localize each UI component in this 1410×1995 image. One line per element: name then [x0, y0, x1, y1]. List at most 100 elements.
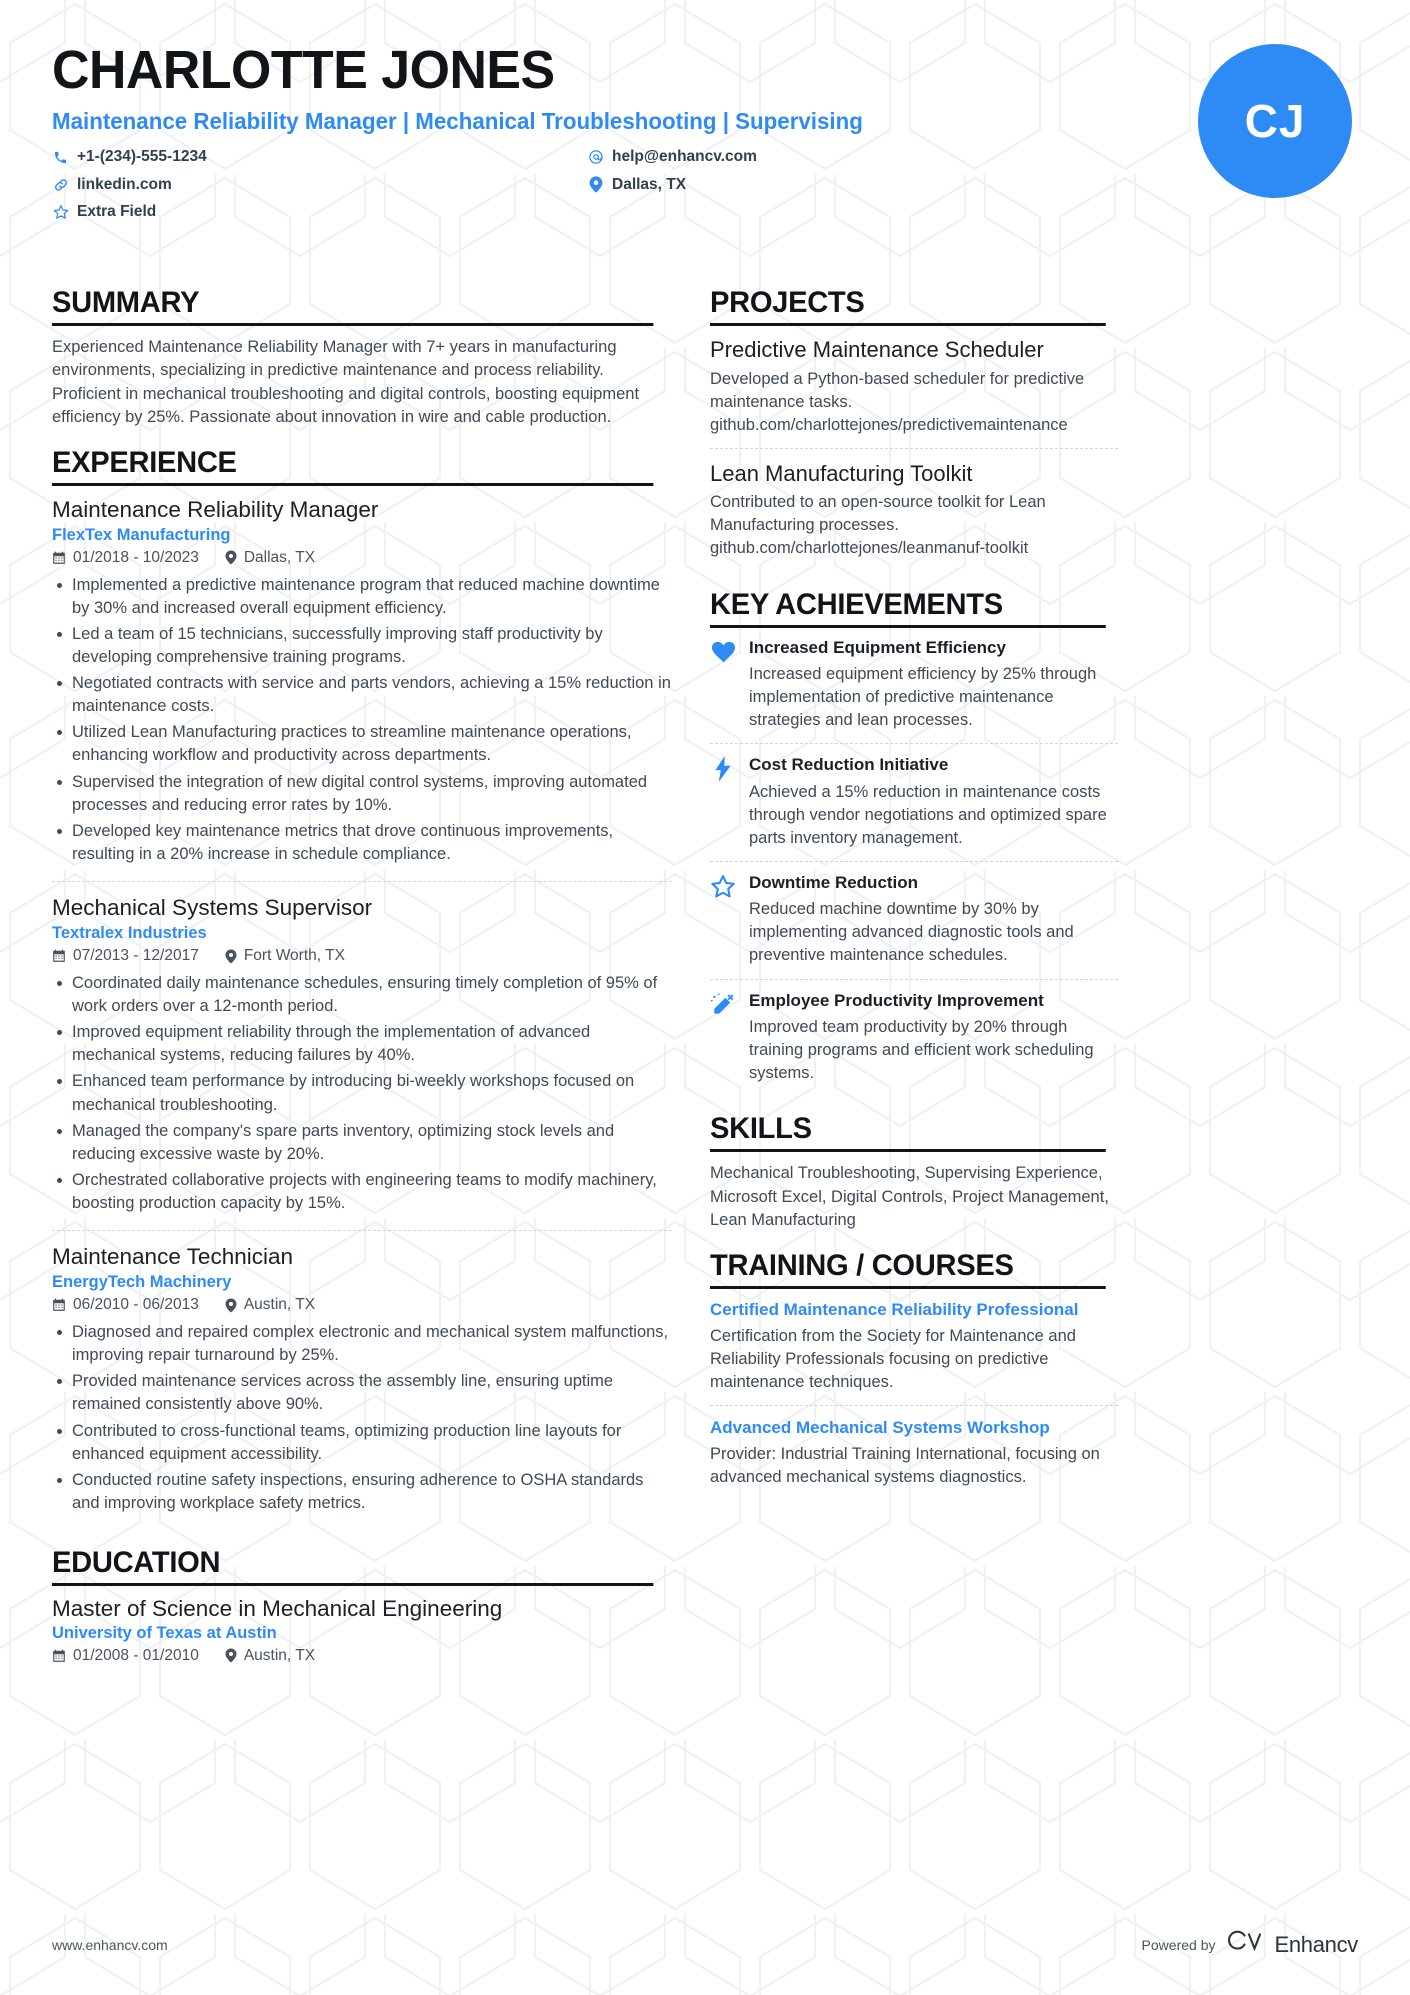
contact-linkedin[interactable]: linkedin.com — [52, 174, 587, 196]
section-title-education: EDUCATION — [52, 1546, 654, 1586]
enhancv-brand-text: Enhancv — [1274, 1932, 1358, 1957]
avatar: CJ — [1198, 44, 1352, 198]
section-title-key-achievements: KEY ACHIEVEMENTS — [710, 588, 1106, 628]
experience-location: Dallas, TX — [225, 549, 315, 567]
contact-email-text: help@enhancv.com — [612, 148, 757, 166]
footer-url[interactable]: www.enhancv.com — [52, 1937, 168, 1953]
enhancv-brand[interactable]: Enhancv — [1227, 1929, 1358, 1961]
list-item: Coordinated daily maintenance schedules,… — [52, 972, 672, 1018]
star-icon — [52, 204, 69, 220]
list-item: Led a team of 15 technicians, successful… — [52, 623, 672, 669]
experience-bullets: Diagnosed and repaired complex electroni… — [52, 1321, 672, 1515]
education-location: Austin, TX — [225, 1647, 315, 1665]
achievement-entry: Employee Productivity Improvement Improv… — [710, 978, 1118, 1097]
training-name: Certified Maintenance Reliability Profes… — [710, 1299, 1079, 1319]
calendar-icon — [52, 1298, 66, 1312]
email-icon — [587, 149, 604, 165]
experience-company: Textralex Industries — [52, 924, 207, 943]
section-experience: EXPERIENCE Maintenance Reliability Manag… — [52, 446, 672, 1530]
list-item: Supervised the integration of new digita… — [52, 771, 672, 817]
project-entry: Lean Manufacturing Toolkit Contributed t… — [710, 447, 1118, 572]
training-description: Certification from the Society for Maint… — [710, 1326, 1076, 1391]
achievement-title: Cost Reduction Initiative — [749, 755, 949, 775]
phone-icon — [52, 150, 69, 165]
contact-details: +1-(234)-555-1234 help@enhancv.com linke… — [52, 146, 1052, 223]
experience-location: Fort Worth, TX — [225, 947, 345, 965]
contact-email[interactable]: help@enhancv.com — [587, 146, 1052, 168]
training-description: Provider: Industrial Training Internatio… — [710, 1445, 1100, 1487]
right-column: PROJECTS Predictive Maintenance Schedule… — [710, 286, 1118, 1700]
calendar-icon — [52, 551, 66, 565]
achievement-entry: Increased Equipment Efficiency Increased… — [710, 638, 1118, 744]
education-dates-text: 01/2008 - 01/2010 — [73, 1646, 199, 1664]
section-title-experience: EXPERIENCE — [52, 446, 654, 486]
experience-location: Austin, TX — [225, 1296, 315, 1314]
experience-dates-text: 06/2010 - 06/2013 — [73, 1296, 199, 1314]
experience-dates: 07/2013 - 12/2017 — [52, 947, 199, 965]
section-title-projects: PROJECTS — [710, 286, 1106, 326]
professional-headline: Maintenance Reliability Manager | Mechan… — [52, 107, 863, 134]
section-title-training-courses: TRAINING / COURSES — [710, 1249, 1106, 1289]
heart-icon — [710, 639, 736, 665]
contact-phone[interactable]: +1-(234)-555-1234 — [52, 146, 587, 168]
contact-location-text: Dallas, TX — [612, 175, 687, 193]
experience-entry: Maintenance Technician EnergyTech Machin… — [52, 1230, 672, 1530]
avatar-initials: CJ — [1244, 95, 1306, 147]
achievement-description: Achieved a 15% reduction in maintenance … — [749, 782, 1107, 847]
experience-role: Maintenance Technician — [52, 1244, 293, 1269]
location-pin-icon — [225, 1298, 237, 1313]
achievement-entry: Downtime Reduction Reduced machine downt… — [710, 860, 1118, 979]
education-entry: Master of Science in Mechanical Engineer… — [52, 1596, 672, 1684]
experience-entry: Maintenance Reliability Manager FlexTex … — [52, 496, 672, 881]
achievement-description: Reduced machine downtime by 30% by imple… — [749, 900, 1074, 965]
list-item: Implemented a predictive maintenance pro… — [52, 574, 672, 620]
location-pin-icon — [225, 550, 237, 565]
experience-dates-text: 01/2018 - 10/2023 — [73, 548, 199, 566]
page-footer: www.enhancv.com Powered by Enhancv — [52, 1929, 1358, 1961]
list-item: Contributed to cross-functional teams, o… — [52, 1420, 672, 1466]
experience-dates: 06/2010 - 06/2013 — [52, 1296, 199, 1314]
project-description: Developed a Python-based scheduler for p… — [710, 369, 1085, 434]
resume-header: CHARLOTTE JONES Maintenance Reliability … — [52, 42, 1358, 272]
project-entry: Predictive Maintenance Scheduler Develop… — [710, 336, 1118, 448]
left-column: SUMMARY Experienced Maintenance Reliabil… — [52, 286, 672, 1700]
magic-wand-icon — [710, 992, 736, 1018]
section-skills: SKILLS Mechanical Troubleshooting, Super… — [710, 1112, 1118, 1232]
calendar-icon — [52, 1649, 66, 1663]
section-education: EDUCATION Master of Science in Mechanica… — [52, 1546, 672, 1684]
section-summary: SUMMARY Experienced Maintenance Reliabil… — [52, 286, 672, 430]
section-title-skills: SKILLS — [710, 1112, 1106, 1153]
experience-dates-text: 07/2013 - 12/2017 — [73, 947, 199, 965]
contact-location[interactable]: Dallas, TX — [587, 174, 1052, 196]
contact-linkedin-text: linkedin.com — [77, 175, 172, 193]
contact-extra-field-text: Extra Field — [77, 203, 157, 221]
section-title-summary: SUMMARY — [52, 286, 654, 326]
list-item: Developed key maintenance metrics that d… — [52, 820, 672, 866]
education-degree: Master of Science in Mechanical Engineer… — [52, 1595, 503, 1621]
achievement-description: Improved team productivity by 20% throug… — [749, 1017, 1094, 1083]
experience-bullets: Implemented a predictive maintenance pro… — [52, 574, 672, 866]
project-name: Predictive Maintenance Scheduler — [710, 337, 1044, 362]
achievement-description: Increased equipment efficiency by 25% th… — [749, 664, 1097, 730]
achievement-title: Downtime Reduction — [749, 872, 919, 892]
list-item: Provided maintenance services across the… — [52, 1370, 672, 1416]
experience-location-text: Dallas, TX — [243, 548, 316, 566]
resume-body: SUMMARY Experienced Maintenance Reliabil… — [52, 286, 1358, 1700]
calendar-icon — [52, 949, 66, 963]
experience-company: FlexTex Manufacturing — [52, 525, 231, 544]
lightning-bolt-icon — [710, 756, 736, 783]
education-school: University of Texas at Austin — [52, 1623, 277, 1642]
experience-company: EnergyTech Machinery — [52, 1273, 232, 1292]
link-icon — [52, 177, 69, 193]
list-item: Diagnosed and repaired complex electroni… — [52, 1321, 672, 1367]
training-entry: Advanced Mechanical Systems Workshop Pro… — [710, 1405, 1118, 1500]
contact-extra-field[interactable]: Extra Field — [52, 201, 587, 223]
section-key-achievements: KEY ACHIEVEMENTS Increased Equipment Eff… — [710, 588, 1118, 1097]
list-item: Negotiated contracts with service and pa… — [52, 672, 672, 718]
section-training-courses: TRAINING / COURSES Certified Maintenance… — [710, 1249, 1118, 1501]
experience-location-text: Austin, TX — [243, 1296, 316, 1314]
training-entry: Certified Maintenance Reliability Profes… — [710, 1299, 1118, 1406]
summary-text: Experienced Maintenance Reliability Mana… — [52, 338, 640, 427]
list-item: Conducted routine safety inspections, en… — [52, 1469, 672, 1515]
location-pin-icon — [225, 949, 237, 964]
